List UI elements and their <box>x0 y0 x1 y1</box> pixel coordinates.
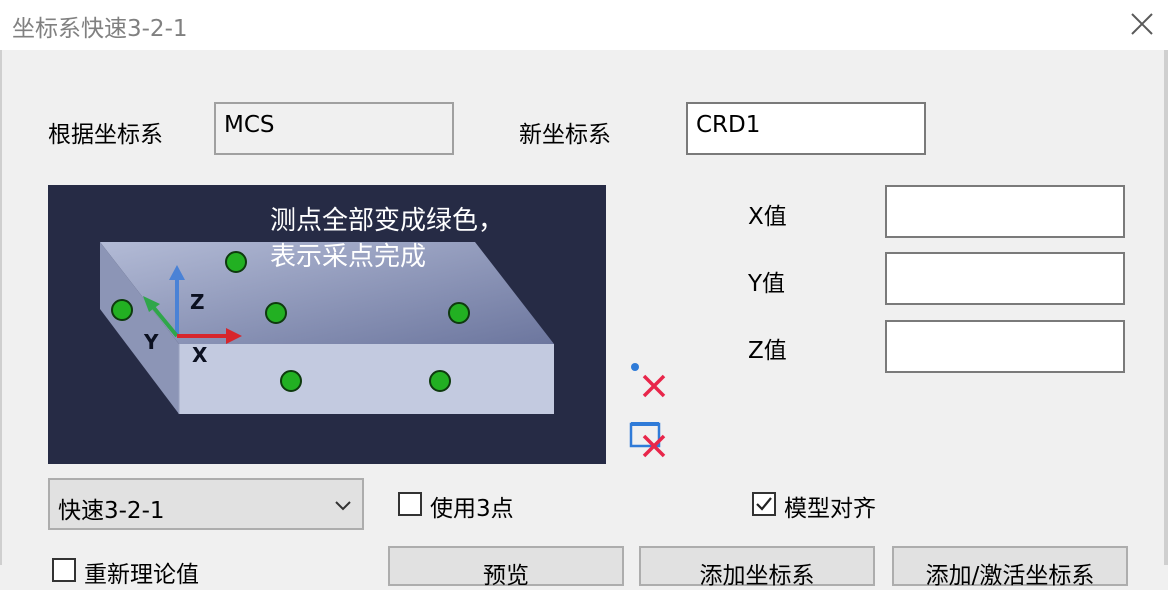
preview-hint: 测点全部变成绿色， 表示采点完成 <box>270 203 504 275</box>
preview-image: Z Y X 测点全部变成绿色， 表示采点完成 <box>48 185 606 464</box>
model-align-box <box>752 492 776 516</box>
window-border-right <box>1164 50 1168 565</box>
new-coord-label: 新坐标系 <box>519 122 611 148</box>
hint-line-2: 表示采点完成 <box>270 242 427 272</box>
check-icon <box>756 497 772 511</box>
close-icon[interactable] <box>1126 8 1158 40</box>
reset-theory-checkbox[interactable]: 重新理论值 <box>52 556 232 588</box>
use-3-points-label: 使用3点 <box>430 496 514 522</box>
use-3-points-checkbox[interactable]: 使用3点 <box>398 490 538 522</box>
method-select-value: 快速3-2-1 <box>58 498 165 524</box>
preview-button[interactable]: 预览 <box>388 546 624 589</box>
x-value-input[interactable] <box>885 185 1125 238</box>
z-value-input[interactable] <box>885 320 1125 373</box>
model-align-checkbox[interactable]: 模型对齐 <box>752 490 902 522</box>
title-bar: 坐标系快速3-2-1 <box>0 0 1168 50</box>
reset-theory-box <box>52 558 76 582</box>
new-coord-input[interactable]: CRD1 <box>686 102 926 155</box>
axis-y-label: Y <box>143 330 159 354</box>
window-border-left <box>0 50 2 565</box>
z-value-label: Z值 <box>748 338 787 364</box>
add-activate-coord-button[interactable]: 添加/激活坐标系 <box>892 546 1128 589</box>
window-title: 坐标系快速3-2-1 <box>12 16 188 42</box>
reset-theory-label: 重新理论值 <box>84 562 199 588</box>
y-value-input[interactable] <box>885 252 1125 305</box>
clear-all-icon[interactable] <box>626 418 672 464</box>
delete-point-icon[interactable] <box>626 358 672 404</box>
chevron-down-icon <box>335 501 351 511</box>
use-3-points-box <box>398 492 422 516</box>
add-coord-button[interactable]: 添加坐标系 <box>639 546 875 589</box>
model-align-label: 模型对齐 <box>784 496 876 522</box>
method-select[interactable]: 快速3-2-1 <box>48 478 364 530</box>
y-value-label: Y值 <box>748 271 786 297</box>
axis-x-label: X <box>192 343 208 367</box>
x-value-label: X值 <box>748 204 787 230</box>
base-coord-field: MCS <box>214 102 454 155</box>
base-coord-label: 根据坐标系 <box>48 122 163 148</box>
hint-line-1: 测点全部变成绿色， <box>270 206 505 236</box>
axis-z-label: Z <box>190 290 205 314</box>
